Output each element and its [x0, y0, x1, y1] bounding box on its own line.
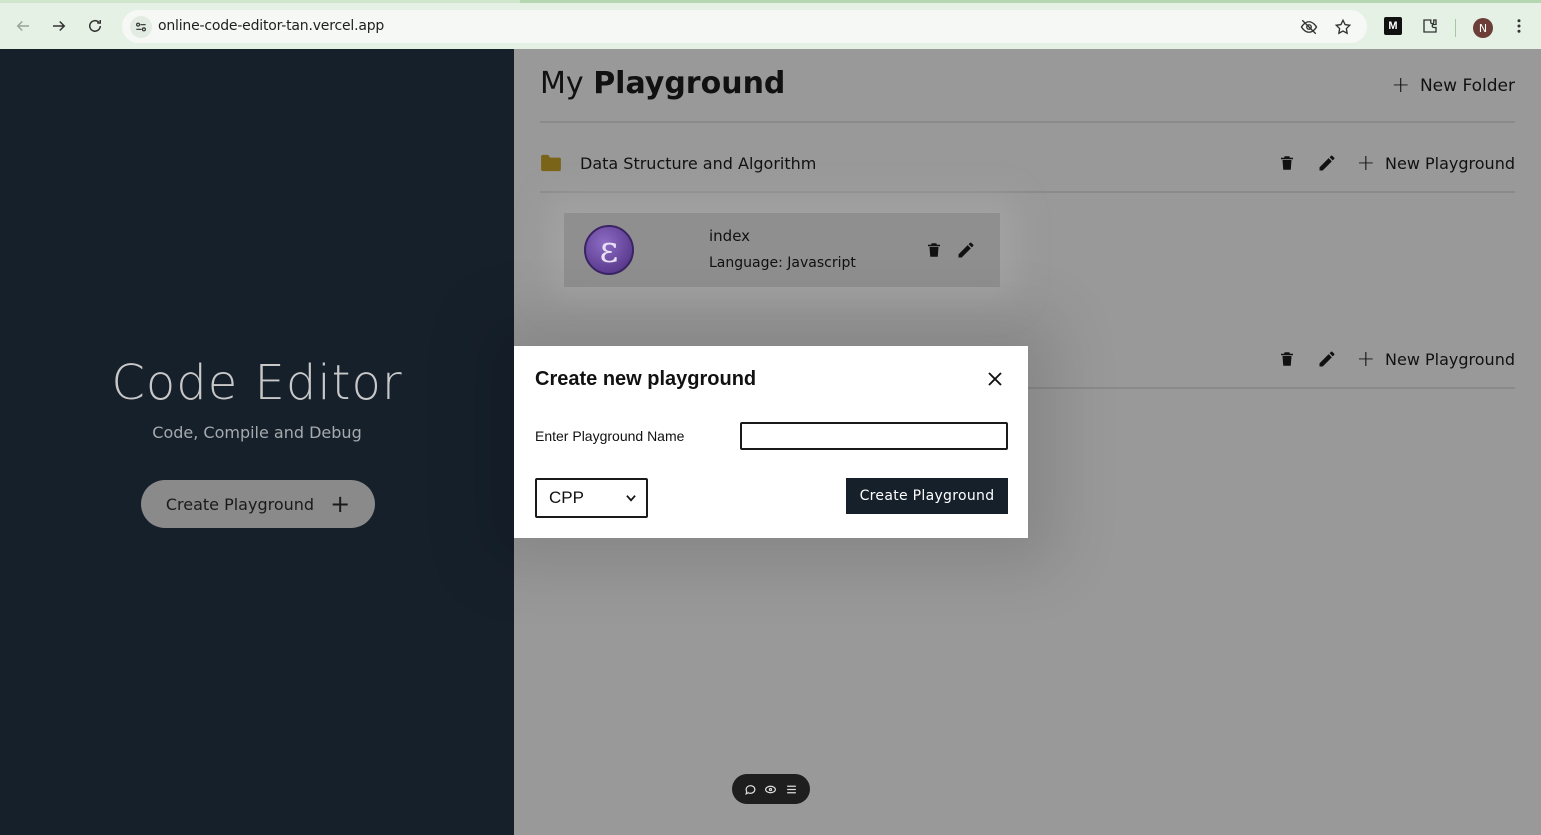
url-text[interactable]: online-code-editor-tan.vercel.app — [158, 18, 384, 34]
folder-icon — [541, 154, 561, 172]
create-playground-button[interactable]: Create Playground + — [141, 480, 375, 528]
app-subtitle: Code, Compile and Debug — [152, 423, 362, 442]
divider — [540, 191, 1515, 193]
more-vert-icon[interactable] — [1509, 16, 1529, 36]
folder-name: Data Structure and Algorithm — [580, 153, 817, 173]
card-actions — [924, 239, 976, 261]
page-title-light: My — [540, 66, 584, 101]
plus-icon: + — [1356, 346, 1376, 372]
tab-strip-edge — [0, 0, 520, 3]
back-icon[interactable] — [13, 16, 33, 36]
menu-icon[interactable] — [785, 782, 799, 796]
star-icon[interactable] — [1334, 18, 1352, 36]
chevron-down-icon — [626, 495, 636, 502]
comment-icon[interactable] — [743, 782, 757, 796]
emacs-logo-icon: ε — [584, 225, 634, 275]
language-select[interactable]: CPP — [535, 478, 648, 518]
create-playground-modal: Create new playground Enter Playground N… — [514, 346, 1028, 538]
new-folder-button[interactable]: + New Folder — [1392, 73, 1515, 98]
edit-icon[interactable] — [1317, 152, 1337, 174]
folder-actions: + New Playground — [1277, 344, 1515, 374]
playground-card[interactable]: ε index Language: Javascript — [564, 213, 1000, 287]
eye-icon[interactable] — [764, 782, 778, 796]
app-title: Code Editor — [111, 355, 403, 411]
new-playground-label: New Playground — [1385, 153, 1515, 173]
site-settings-icon[interactable] — [130, 16, 152, 38]
folder-actions: + New Playground — [1277, 148, 1515, 178]
folder-row: Data Structure and Algorithm + New Playg… — [540, 148, 1515, 178]
edit-icon[interactable] — [956, 239, 976, 261]
trash-icon[interactable] — [1277, 152, 1297, 174]
left-hero-panel: Code Editor Code, Compile and Debug Crea… — [0, 49, 514, 835]
playground-name-label: Enter Playground Name — [535, 428, 685, 444]
new-playground-button[interactable]: + New Playground — [1357, 347, 1515, 372]
create-playground-label: Create Playground — [165, 494, 315, 514]
language-selected-value: CPP — [549, 488, 584, 507]
new-playground-button[interactable]: + New Playground — [1357, 151, 1515, 176]
extensions-icon[interactable] — [1420, 16, 1440, 36]
medium-extension-icon[interactable]: M — [1383, 16, 1403, 36]
plus-icon: + — [1356, 150, 1376, 176]
playground-name: index — [709, 227, 751, 245]
page-title: My Playground — [540, 66, 785, 101]
close-icon[interactable] — [986, 370, 1004, 388]
reload-icon[interactable] — [85, 16, 105, 36]
modal-title: Create new playground — [535, 368, 757, 390]
floating-toolbar — [732, 774, 810, 804]
trash-icon[interactable] — [924, 239, 944, 261]
trash-icon[interactable] — [1277, 348, 1297, 370]
new-playground-label: New Playground — [1385, 349, 1515, 369]
toolbar-separator — [1455, 19, 1456, 37]
new-folder-label: New Folder — [1419, 75, 1515, 96]
address-bar[interactable]: online-code-editor-tan.vercel.app — [122, 10, 1367, 43]
divider — [540, 121, 1515, 123]
eye-off-icon[interactable] — [1300, 18, 1318, 36]
playground-language: Language: Javascript — [709, 255, 856, 271]
profile-avatar[interactable]: N — [1473, 18, 1493, 38]
plus-icon: + — [1391, 73, 1410, 98]
playground-name-input[interactable] — [740, 422, 1008, 450]
page-title-bold: Playground — [593, 66, 786, 101]
browser-toolbar: online-code-editor-tan.vercel.app M N — [0, 0, 1541, 49]
edit-icon[interactable] — [1317, 348, 1337, 370]
extension-badge: M — [1384, 17, 1402, 35]
forward-icon[interactable] — [49, 16, 69, 36]
create-playground-submit-button[interactable]: Create Playground — [846, 478, 1008, 514]
plus-icon: + — [330, 490, 351, 518]
